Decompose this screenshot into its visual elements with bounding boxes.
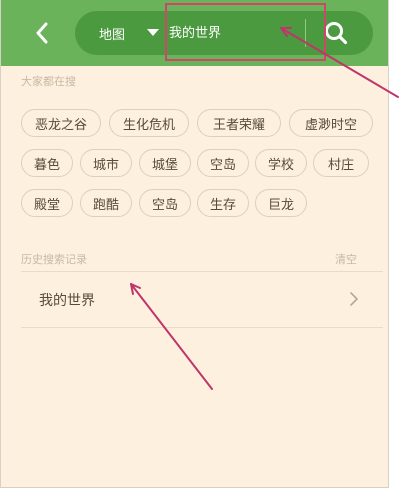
back-button[interactable] xyxy=(29,18,55,48)
chevron-right-icon xyxy=(350,292,358,306)
hot-tag[interactable]: 学校 xyxy=(255,149,307,177)
hot-tag[interactable]: 城堡 xyxy=(139,149,191,177)
search-type-select[interactable]: 地图 xyxy=(99,24,125,43)
hot-tag[interactable]: 村庄 xyxy=(313,149,369,177)
hot-tag[interactable]: 空岛 xyxy=(197,149,249,177)
hot-tag[interactable]: 恶龙之谷 xyxy=(21,109,101,137)
divider xyxy=(21,271,383,272)
hot-tag[interactable]: 生存 xyxy=(197,189,249,217)
hot-tag[interactable]: 空岛 xyxy=(139,189,191,217)
hot-tag[interactable]: 虚渺时空 xyxy=(289,109,373,137)
hot-tag[interactable]: 城市 xyxy=(80,149,132,177)
hot-tag[interactable]: 殿堂 xyxy=(21,189,73,217)
hot-searches-title: 大家都在搜 xyxy=(21,75,76,88)
hot-tag[interactable]: 生化危机 xyxy=(109,109,189,137)
hot-tag[interactable]: 跑酷 xyxy=(80,189,132,217)
hot-tag[interactable]: 王者荣耀 xyxy=(197,109,281,137)
history-item[interactable]: 我的世界 xyxy=(21,273,383,327)
hot-tag[interactable]: 暮色 xyxy=(21,149,73,177)
history-item-label: 我的世界 xyxy=(39,293,95,309)
clear-history-button[interactable]: 清空 xyxy=(335,251,357,267)
divider xyxy=(21,327,383,328)
caret-down-icon[interactable] xyxy=(147,29,159,36)
hot-tag[interactable]: 巨龙 xyxy=(255,189,307,217)
search-icon[interactable] xyxy=(323,20,349,46)
annotation-highlight-box xyxy=(165,3,326,61)
history-title: 历史搜索记录 xyxy=(21,253,87,266)
search-screen: 地图 我的世界 大家都在搜 恶龙之谷 生化危机 王者荣耀 虚渺时空 暮色 城市 … xyxy=(0,0,389,488)
chevron-left-icon xyxy=(36,22,48,44)
